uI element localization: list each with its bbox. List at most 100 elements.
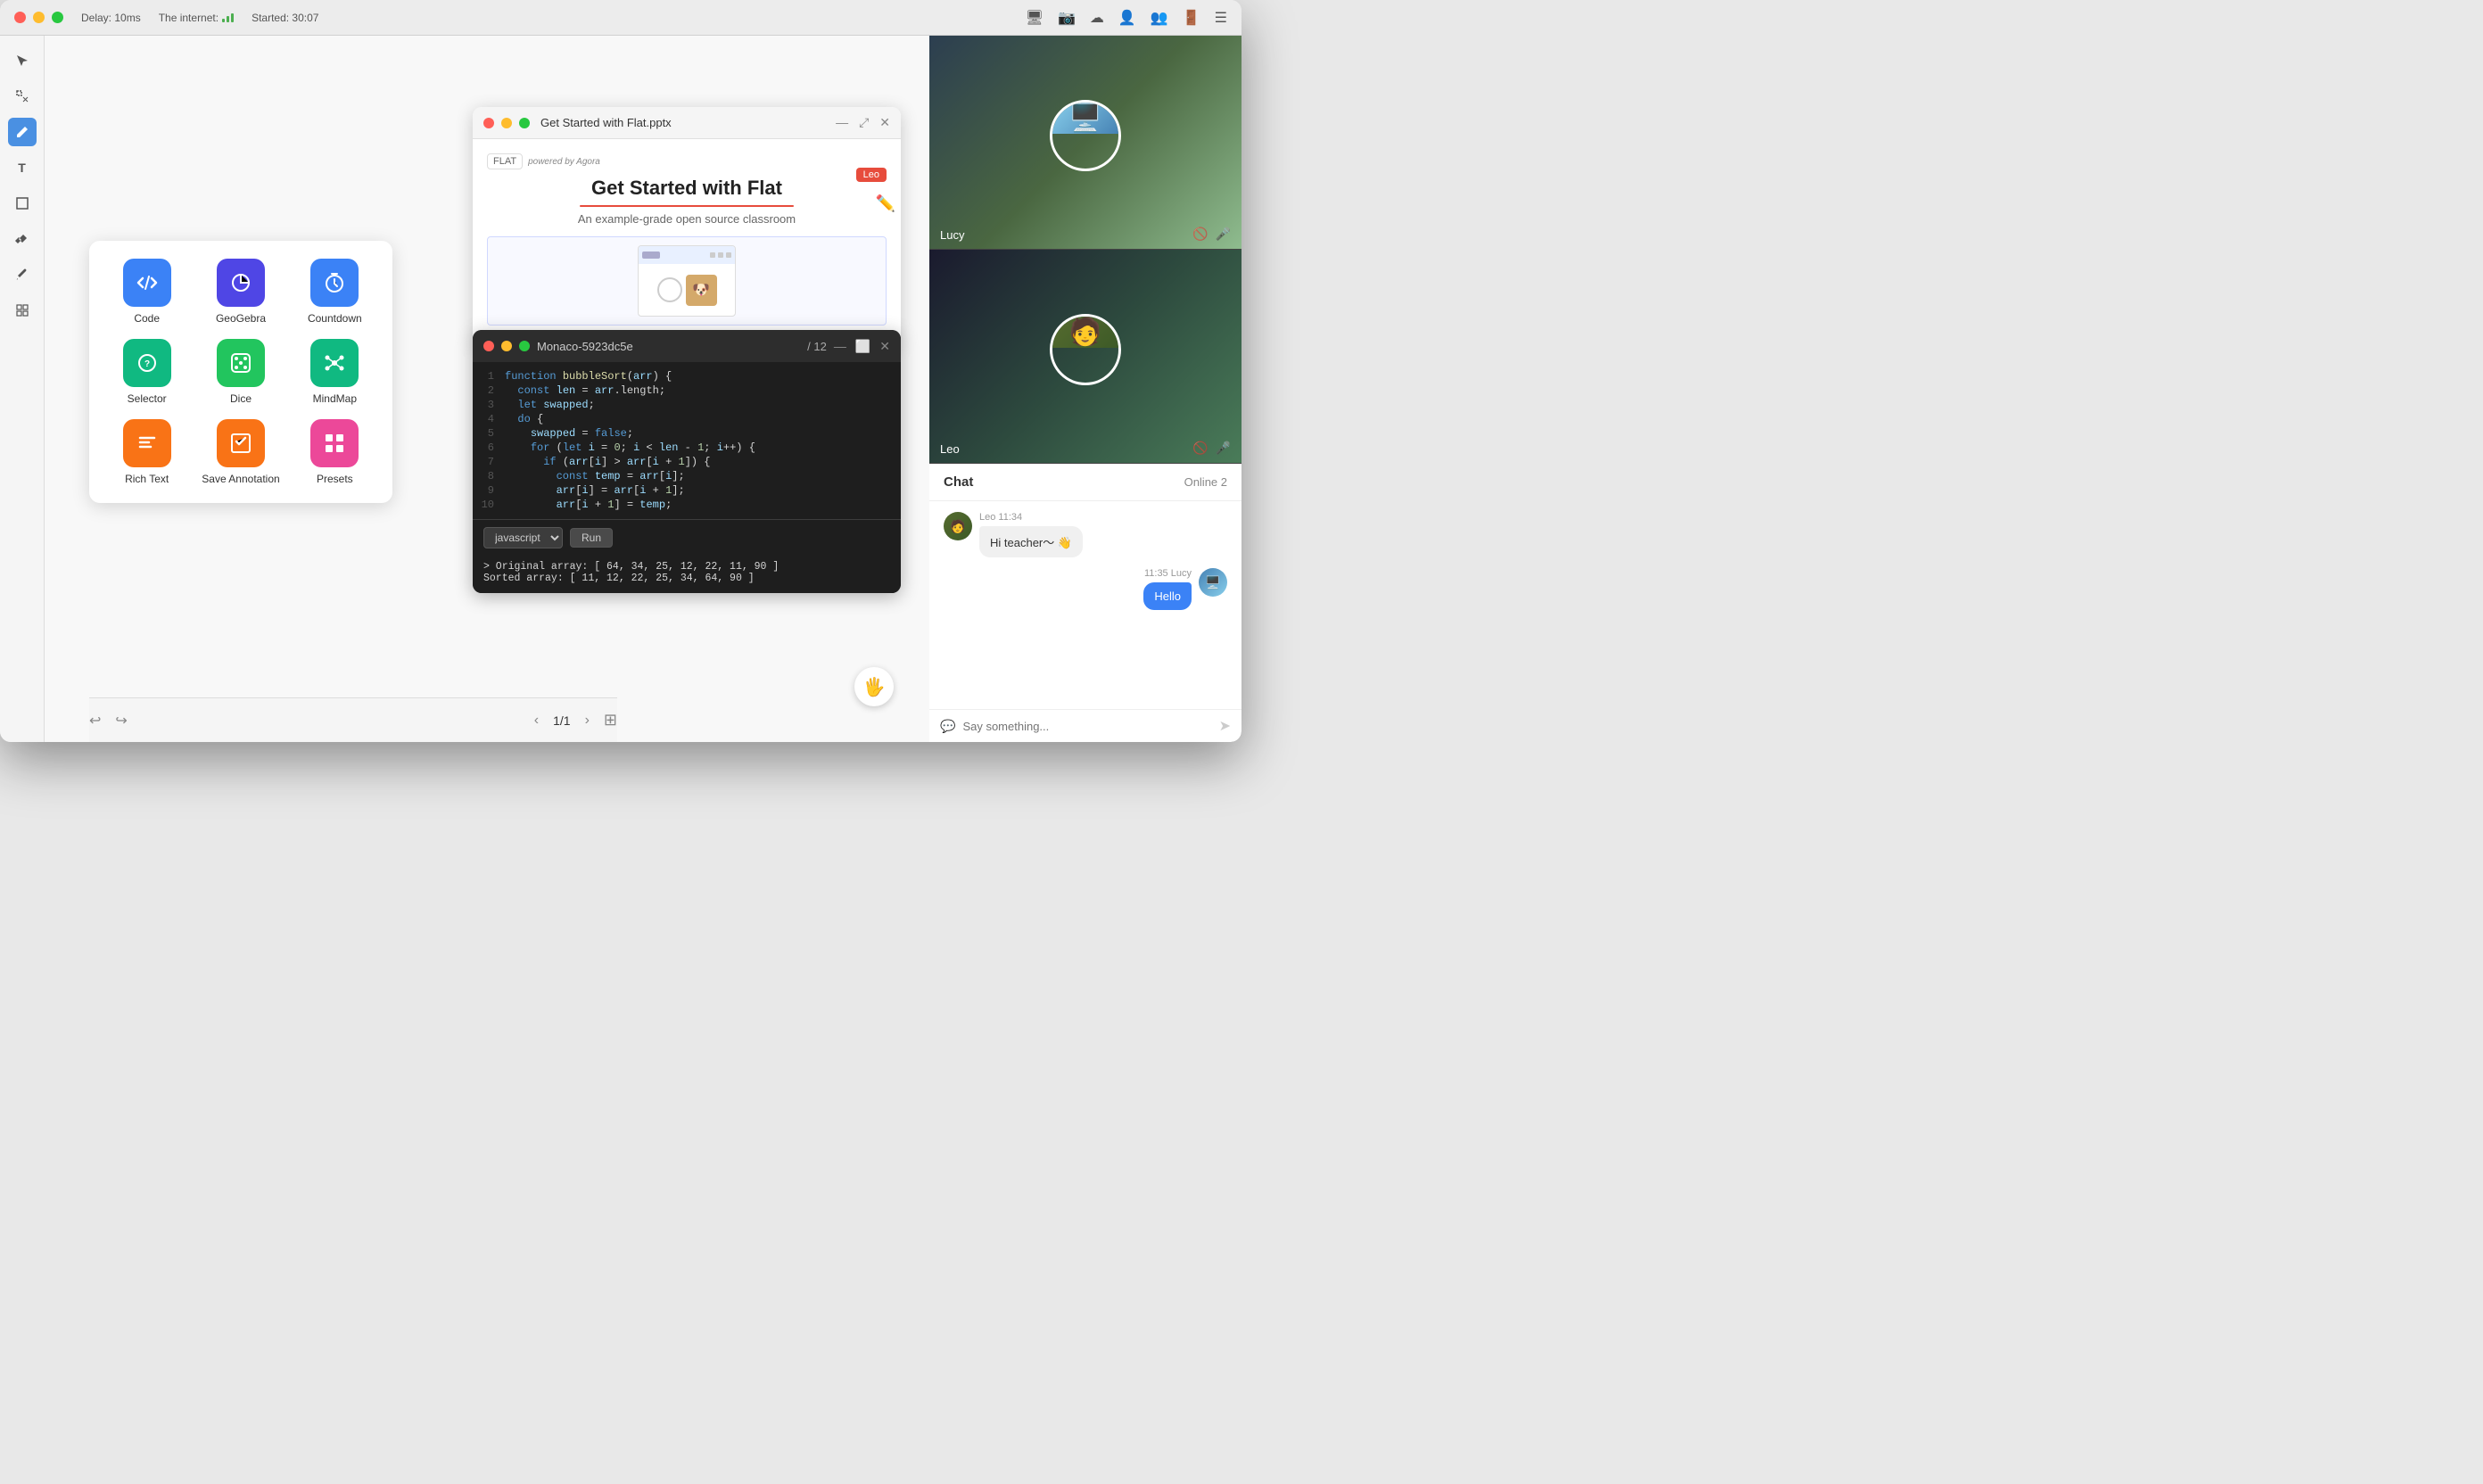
chat-title: Chat [944,474,973,490]
fullscreen-button[interactable] [52,12,63,23]
plugin-presets-label: Presets [317,473,353,485]
leo-name: Leo [940,442,960,456]
send-button[interactable]: ➤ [1219,717,1231,735]
plugin-countdown[interactable]: Countdown [295,259,375,325]
plugin-save-annotation[interactable]: Save Annotation [201,419,280,485]
plugin-dice-label: Dice [230,392,252,405]
minimize-button[interactable] [33,12,45,23]
hand-raise-button[interactable]: 🖐 [854,667,894,706]
chat-messages: 🧑 Leo 11:34 Hi teacher～ 👋 🖥️ [929,501,1242,709]
video-tile-lucy: 🖥️ Lucy 🚫 🎤 [929,36,1242,250]
signal-bars [222,13,234,22]
leo-msg-bubble: Hi teacher～ 👋 [979,526,1083,557]
code-window: Monaco-5923dc5e / 12 — ⬜ ✕ 1function bub… [473,330,901,593]
plugin-code[interactable]: Code [107,259,186,325]
plugin-richtext[interactable]: Rich Text [107,419,186,485]
delay-label: Delay: 10ms [81,12,141,24]
pres-minimize-icon[interactable]: — [836,115,848,130]
plugin-mindmap-label: MindMap [313,392,357,405]
pencil-icon: ✏️ [876,194,895,213]
code-min-btn[interactable] [501,341,512,351]
chat-panel: Chat Online 2 🧑 Leo 11:34 Hi teacher～ 👋 [929,464,1242,742]
user-icon[interactable]: 👤 [1118,9,1136,27]
chat-input[interactable] [962,720,1211,733]
menu-icon[interactable]: ☰ [1215,9,1227,27]
exit-icon[interactable]: 🚪 [1183,9,1200,27]
center-area: Code GeoGebra Countdown [45,36,929,742]
next-page-button[interactable]: › [585,713,590,729]
add-slide-button[interactable]: ⊞ [604,711,617,730]
lucy-msg-meta: 11:35 Lucy [1143,568,1192,579]
prev-page-button[interactable]: ‹ [534,713,539,729]
main-window: Delay: 10ms The internet: Started: 30:07… [0,0,1242,742]
lucy-mute-icon[interactable]: 🚫 [1192,227,1208,242]
video-tile-leo: 🧑 Leo 🚫 🎤 [929,250,1242,464]
eraser-tool[interactable] [8,225,37,253]
chat-message-leo: 🧑 Leo 11:34 Hi teacher～ 👋 [944,512,1227,557]
cloud-icon[interactable]: ☁ [1090,9,1104,27]
camera-icon[interactable]: 📷 [1058,9,1076,27]
code-title: Monaco-5923dc5e [537,340,800,353]
plugin-countdown-label: Countdown [308,312,362,325]
left-toolbar: T [0,36,45,742]
code-page: / 12 [807,340,827,353]
plugin-presets[interactable]: Presets [295,419,375,485]
right-panel: 🖥️ Lucy 🚫 🎤 🧑 Leo 🚫 � [929,36,1242,742]
plugin-selector[interactable]: ? Selector [107,339,186,405]
select-tool[interactable] [8,82,37,111]
started-label: Started: 30:07 [252,12,318,24]
plugin-grid: Code GeoGebra Countdown [107,259,375,485]
language-select[interactable]: javascript python java [483,527,563,548]
redo-button[interactable]: ↪ [115,712,127,730]
chat-input-area: 💬 ➤ [929,709,1242,742]
chat-mute-icon: 💬 [940,719,955,734]
code-expand-icon[interactable]: ⬜ [855,339,870,354]
lucy-name: Lucy [940,228,964,242]
pres-slide-subtitle: An example-grade open source classroom [487,212,887,226]
chat-message-lucy: 🖥️ 11:35 Lucy Hello [944,568,1227,610]
page-count: 1/1 [553,713,570,728]
internet-indicator: The internet: [159,12,234,24]
pres-resize-icon[interactable]: ⤢ [859,115,869,130]
avatar-lucy: 🖥️ [1050,100,1121,171]
shape-tool[interactable] [8,189,37,218]
pres-max-btn[interactable] [519,118,530,128]
user-badge: Leo [856,168,887,182]
code-close-icon[interactable]: ✕ [879,339,890,354]
code-close-btn[interactable] [483,341,494,351]
plugin-selector-label: Selector [128,392,167,405]
plugin-dice[interactable]: Dice [201,339,280,405]
lucy-controls: 🚫 🎤 [1192,227,1231,242]
code-max-btn[interactable] [519,341,530,351]
pres-close-icon[interactable]: ✕ [879,115,890,130]
plugin-panel: Code GeoGebra Countdown [89,241,392,503]
screen-share-icon[interactable]: 🖥 [1026,9,1044,27]
pres-close-btn[interactable] [483,118,494,128]
plugin-geogebra[interactable]: GeoGebra [201,259,280,325]
run-button[interactable]: Run [570,528,613,548]
avatar-leo: 🧑 [1050,314,1121,385]
plugin-geogebra-label: GeoGebra [216,312,266,325]
lucy-mic-icon[interactable]: 🎤 [1216,227,1231,242]
chat-header: Chat Online 2 [929,464,1242,501]
text-tool[interactable]: T [8,153,37,182]
plugin-mindmap[interactable]: MindMap [295,339,375,405]
close-button[interactable] [14,12,26,23]
code-minimize-icon[interactable]: — [834,339,846,354]
online-count: Online 2 [1184,475,1227,489]
cursor-tool[interactable] [8,46,37,75]
code-footer: javascript python java Run [473,519,901,556]
brush-tool[interactable] [8,260,37,289]
titlebar: Delay: 10ms The internet: Started: 30:07… [0,0,1242,36]
flat-logo: FLAT [487,153,523,169]
leo-mute-icon[interactable]: 🚫 [1192,441,1208,456]
code-body: 1function bubbleSort(arr) { 2 const len … [473,362,901,519]
grid-tool[interactable] [8,296,37,325]
bottom-bar: ↩ ↪ ‹ 1/1 › ⊞ [89,697,617,742]
leo-mic-icon[interactable]: 🎤 [1216,441,1231,456]
users-icon[interactable]: 👥 [1151,9,1168,27]
undo-button[interactable]: ↩ [89,712,101,730]
pen-tool[interactable] [8,118,37,146]
presentation-window: Get Started with Flat.pptx — ⤢ ✕ FLAT po… [473,107,901,343]
pres-min-btn[interactable] [501,118,512,128]
